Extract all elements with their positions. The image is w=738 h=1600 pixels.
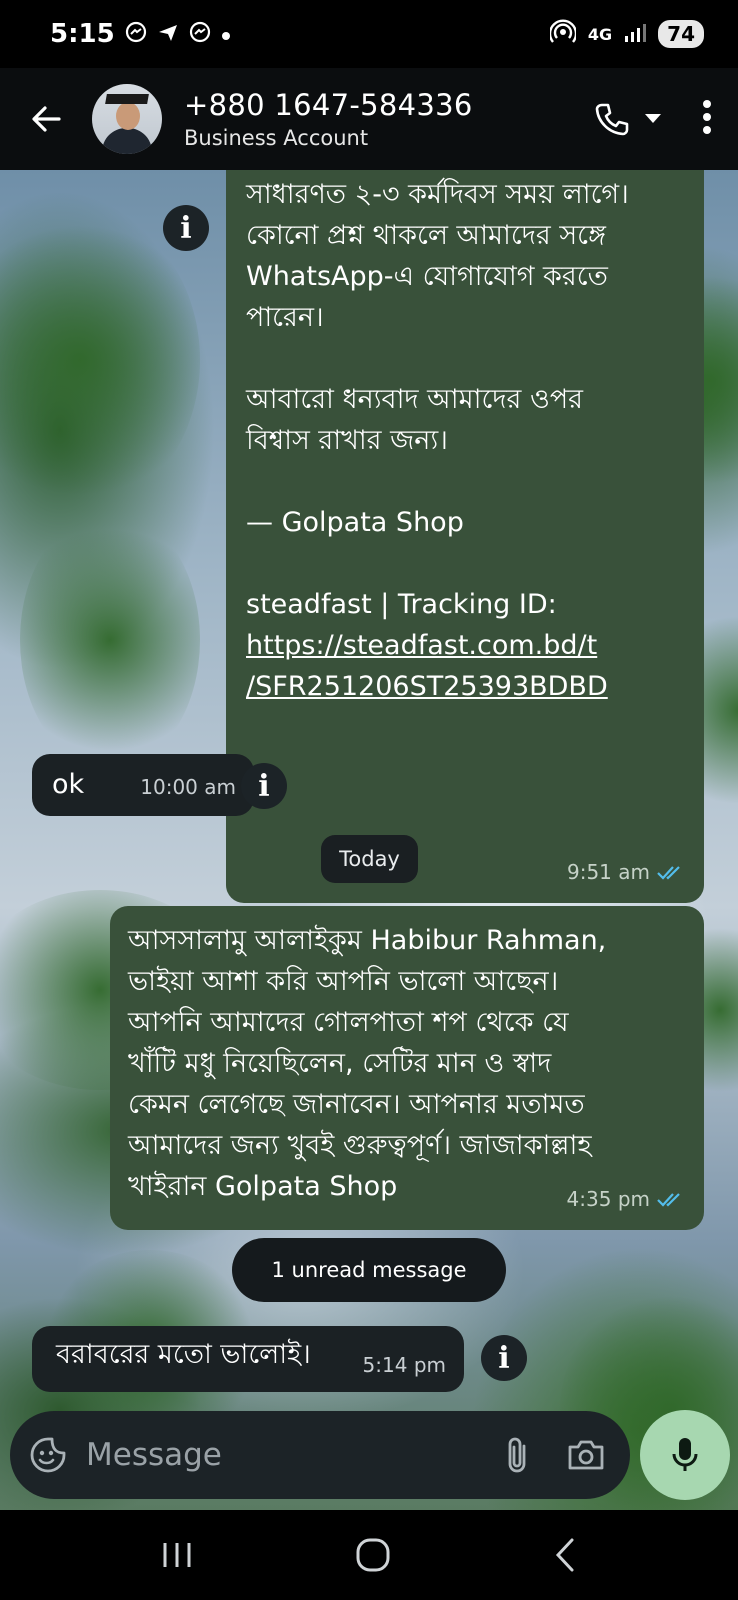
message-text: ok <box>52 769 85 800</box>
hotspot-icon <box>548 19 578 50</box>
message-line: — Golpata Shop <box>246 507 464 538</box>
message-line <box>246 461 682 502</box>
back-button[interactable] <box>0 68 92 170</box>
status-time: 5:15 <box>50 19 115 49</box>
emoji-sticker-button[interactable] <box>28 1435 68 1475</box>
message-text: বরাবরের মতো ভালোই। <box>56 1339 311 1370</box>
message-time: 4:35 pm <box>566 1187 650 1211</box>
more-vertical-icon <box>703 100 711 134</box>
contact-subtitle: Business Account <box>184 126 369 150</box>
message-input[interactable]: Message <box>86 1437 504 1473</box>
contact-avatar[interactable] <box>92 84 162 154</box>
camera-button[interactable] <box>566 1438 606 1472</box>
message-meta: 9:51 am <box>567 852 686 893</box>
message-line <box>246 338 682 379</box>
recent-apps-button[interactable] <box>160 1540 194 1570</box>
message-meta: 10:00 am <box>140 767 236 808</box>
more-options-button[interactable] <box>702 99 712 139</box>
unread-messages-banner: 1 unread message <box>232 1238 506 1302</box>
chevron-left-icon <box>555 1538 574 1572</box>
home-button[interactable] <box>355 1537 391 1573</box>
message-list[interactable]: সাধারণত ২-৩ কর্মদিবস সময় লাগে। কোনো প্র… <box>0 170 738 1402</box>
dot-icon <box>221 22 231 46</box>
message-line: পারেন। <box>246 302 324 333</box>
messenger-icon <box>189 21 211 48</box>
contact-name: +880 1647-584336 <box>184 88 473 122</box>
message-line: আপনি আমাদের গোলপাতা শপ থেকে যে <box>128 1007 569 1038</box>
microphone-icon <box>672 1438 698 1471</box>
recents-icon <box>163 1543 191 1567</box>
info-icon[interactable]: i <box>163 205 209 251</box>
status-bar: 5:15 4G 74 <box>0 0 738 68</box>
voice-call-button[interactable] <box>594 101 662 137</box>
message-line: খাঁটি মধু নিয়েছিলেন, সেটির মান ও স্বাদ <box>128 1048 552 1079</box>
message-line: WhatsApp-এ যোগাযোগ করতে <box>246 261 608 292</box>
back-nav-button[interactable] <box>552 1537 578 1573</box>
network-type: 4G <box>587 24 613 44</box>
double-check-icon <box>657 1192 680 1207</box>
paperclip-icon <box>508 1437 526 1473</box>
message-time: 5:14 pm <box>362 1353 446 1377</box>
message-line: সাধারণত ২-৩ কর্মদিবস সময় লাগে। <box>246 179 629 210</box>
info-icon[interactable]: i <box>481 1335 527 1381</box>
incoming-message[interactable]: বরাবরের মতো ভালোই। 5:14 pm <box>32 1326 464 1392</box>
date-separator: Today <box>321 835 418 883</box>
message-time: 10:00 am <box>140 775 236 799</box>
tracking-link[interactable]: https://steadfast.com.bd/t <box>246 625 682 666</box>
messenger-icon <box>125 21 147 48</box>
system-navigation-bar <box>0 1510 738 1600</box>
arrow-left-icon <box>32 106 61 132</box>
message-line: আমাদের জন্য খুবই গুরুত্বপূর্ণ। জাজাকাল্ল… <box>128 1130 592 1161</box>
camera-icon <box>568 1440 604 1470</box>
message-line: কেমন লেগেছে জানাবেন। আপনার মতামত <box>128 1089 585 1120</box>
signal-icon <box>624 21 647 48</box>
info-icon[interactable]: i <box>241 763 287 809</box>
message-line: steadfast | Tracking ID: <box>246 589 557 620</box>
send-icon <box>157 21 179 48</box>
message-composer: Message <box>10 1411 630 1499</box>
message-line: আবারো ধন্যবাদ আমাদের ওপর <box>246 384 584 415</box>
incoming-message[interactable]: ok 10:00 am <box>32 754 254 816</box>
sticker-icon <box>30 1437 66 1473</box>
outgoing-message[interactable]: আসসালামু আলাইকুম Habibur Rahman, ভাইয়া … <box>110 906 704 1230</box>
chevron-down-icon <box>645 114 661 123</box>
message-line: বিশ্বাস রাখার জন্য। <box>246 425 448 456</box>
double-check-icon <box>657 865 680 880</box>
message-time: 9:51 am <box>566 860 650 884</box>
message-line: ভাইয়া আশা করি আপনি ভালো আছেন। <box>128 966 559 997</box>
message-line: আসসালামু আলাইকুম Habibur Rahman, <box>128 925 607 956</box>
message-meta: 5:14 pm <box>363 1345 446 1386</box>
message-line <box>246 543 682 584</box>
outgoing-message[interactable]: সাধারণত ২-৩ কর্মদিবস সময় লাগে। কোনো প্র… <box>226 170 704 903</box>
battery-indicator: 74 <box>658 20 704 48</box>
phone-icon <box>595 103 629 136</box>
message-line: কোনো প্রশ্ন থাকলে আমাদের সঙ্গে <box>246 220 606 251</box>
contact-info[interactable]: +880 1647-584336 Business Account <box>184 88 594 150</box>
attach-button[interactable] <box>504 1434 530 1476</box>
tracking-link[interactable]: /SFR251206ST25393BDBD <box>246 666 682 707</box>
message-meta: 4:35 pm <box>567 1179 686 1220</box>
chat-header: +880 1647-584336 Business Account <box>0 68 738 170</box>
home-icon <box>356 1538 390 1572</box>
voice-message-button[interactable] <box>640 1410 730 1500</box>
